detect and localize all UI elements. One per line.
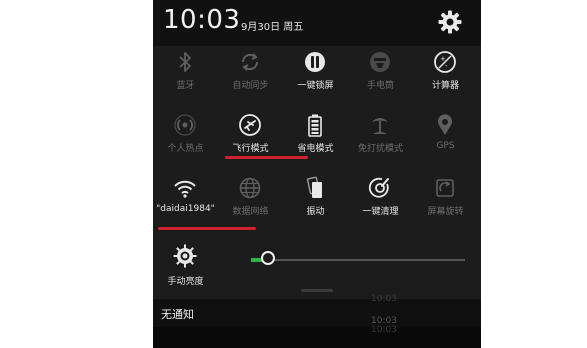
toggle-label: 数据网络 [232,207,269,217]
airplane-icon [239,114,261,136]
data-network-icon [239,177,261,199]
toggle-label: 屏幕旋转 [427,207,464,217]
toggle-calculator[interactable]: + - 计算器 [413,46,478,106]
toggle-power-saving[interactable]: 省电模式 [283,109,348,169]
toggle-wifi[interactable]: "daidai1984" [153,172,218,232]
toggle-manual-brightness[interactable]: 手动亮度 [153,238,218,298]
toggle-label: 自动同步 [232,81,269,91]
brightness-slider-thumb[interactable] [261,251,276,265]
toggle-label: 一键清理 [362,207,399,217]
toggle-label: 免打扰模式 [357,144,403,154]
toggle-label: 计算器 [431,81,459,91]
toggle-label: 飞行模式 [232,144,269,154]
toggle-label: 蓝牙 [176,81,195,91]
toggle-label: GPS [436,141,455,151]
auto-sync-icon [241,53,259,71]
toggle-data-network[interactable]: 数据网络 [218,172,283,232]
vibrate-icon [306,176,322,198]
notification-area: 无通知 [153,299,481,327]
toggle-label: 个人热点 [167,144,204,154]
battery-icon [308,114,322,137]
brightness-label: 手动亮度 [167,277,204,287]
no-notifications-text: 无通知 [161,308,194,321]
toggle-flashlight[interactable]: 手电筒 [348,46,413,106]
toggle-screen-rotation[interactable]: 屏幕旋转 [413,172,478,232]
toggle-do-not-disturb[interactable]: 免打扰模式 [348,109,413,169]
svg-text:-: - [445,62,448,70]
date: 9月30日 周五 [241,22,304,33]
background-time: 10:03 [371,294,397,304]
toggle-bluetooth[interactable]: 蓝牙 [153,46,218,106]
status-header: 10:03 9月30日 周五 [153,0,481,46]
toggle-label: "daidai1984" [156,204,215,214]
toggle-vibrate[interactable]: 振动 [283,172,348,232]
clean-icon [368,177,389,198]
brightness-slider-track[interactable] [251,259,465,261]
brightness-icon [173,244,197,268]
toggle-one-click-clean[interactable]: 一键清理 [348,172,413,232]
toggle-hotspot[interactable]: 个人热点 [153,109,218,169]
toggle-label: 手电筒 [366,81,394,91]
toggle-auto-sync[interactable]: 自动同步 [218,46,283,106]
flashlight-icon [370,52,390,72]
background-time: 10:03 [371,325,397,335]
toggle-row: "daidai1984" 数据网络 振动 一键清理 屏幕旋转 [153,172,481,232]
highlight-underline-airplane [225,156,308,159]
toggle-row: 个人热点 飞行模式 省电模式 免打扰模式 GPS [153,109,481,169]
hotspot-icon [174,114,196,136]
toggle-label: 振动 [306,207,325,217]
wifi-icon [174,180,196,198]
gps-icon [438,114,452,135]
drag-handle[interactable] [301,289,333,292]
do-not-disturb-icon [372,118,388,134]
bluetooth-icon [179,52,191,72]
lock-screen-icon [305,52,325,72]
brightness-control: 手动亮度 [153,238,481,288]
toggle-airplane-mode[interactable]: 飞行模式 [218,109,283,169]
background-time: 10:03 [371,316,397,326]
quick-settings-panel: 10:03 9月30日 周五 蓝牙 自动同步 一键锁屏 手电筒 + - 计算器 … [153,0,481,348]
highlight-underline-wifi [158,227,256,230]
toggle-label: 省电模式 [297,144,334,154]
toggle-label: 一键锁屏 [297,81,334,91]
toggle-gps[interactable]: GPS [413,109,478,169]
rotate-icon [436,179,454,197]
gear-icon[interactable] [437,9,463,35]
clock: 10:03 [163,5,241,35]
toggle-row: 蓝牙 自动同步 一键锁屏 手电筒 + - 计算器 [153,46,481,106]
toggle-lock-screen[interactable]: 一键锁屏 [283,46,348,106]
background-screen: 10:03 [153,325,481,348]
calculator-icon: + - [434,51,456,73]
